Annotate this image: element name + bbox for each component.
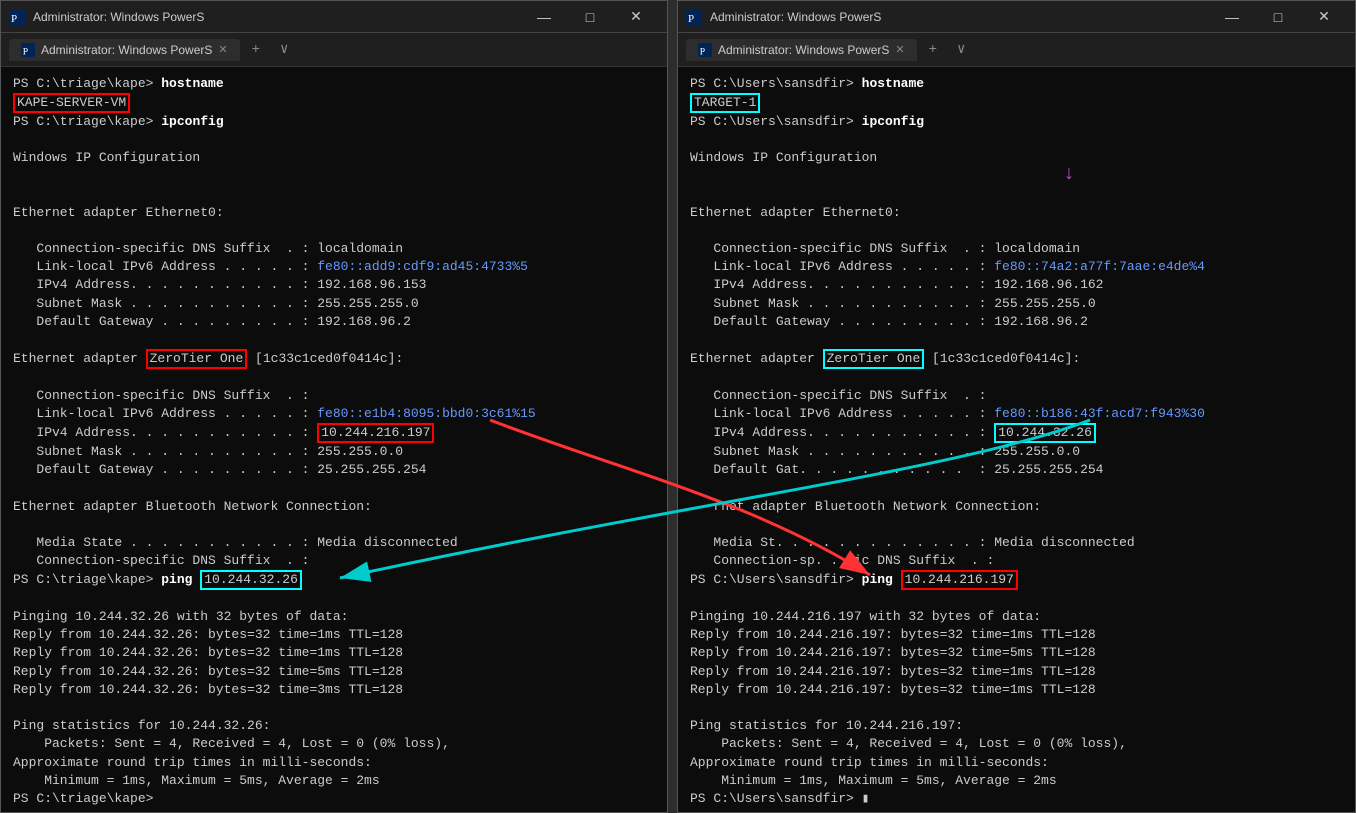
- line-16-right: Ethernet adapter ZeroTier One [1c33c1ced…: [690, 351, 1080, 366]
- line-26-right: Media St. . . . . . . . . . . . . : Medi…: [690, 535, 1135, 550]
- line-36-right: Ping statistics for 10.244.216.197:: [690, 718, 963, 733]
- line-11-right: Link-local IPv6 Address . . . . . : fe80…: [690, 259, 1205, 274]
- line-24-right: rnet adapter Bluetooth Network Connectio…: [690, 499, 1041, 514]
- line-3-right: PS C:\Users\sansdfir> ipconfig: [690, 114, 924, 129]
- tab-label-right: Administrator: Windows PowerS: [718, 43, 889, 57]
- line-40-left: PS C:\triage\kape>: [13, 791, 161, 806]
- close-button-left[interactable]: ✕: [613, 1, 659, 33]
- powershell-icon-right: P: [686, 9, 702, 25]
- line-3-left: PS C:\triage\kape> ipconfig: [13, 114, 224, 129]
- line-37-right: Packets: Sent = 4, Received = 4, Lost = …: [690, 736, 1127, 751]
- line-12-right: IPv4 Address. . . . . . . . . . . : 192.…: [690, 277, 1103, 292]
- line-18-right: Connection-specific DNS Suffix . :: [690, 388, 986, 403]
- line-11-left: Link-local IPv6 Address . . . . . : fe80…: [13, 259, 528, 274]
- minimize-button-left[interactable]: —: [521, 1, 567, 33]
- line-30-right: Pinging 10.244.216.197 with 32 bytes of …: [690, 609, 1041, 624]
- tab-item-left[interactable]: P Administrator: Windows PowerS ✕: [9, 39, 240, 61]
- line-38-right: Approximate round trip times in milli-se…: [690, 755, 1049, 770]
- line-33-left: Reply from 10.244.32.26: bytes=32 time=5…: [13, 664, 403, 679]
- line-8-left: Ethernet adapter Ethernet0:: [13, 205, 224, 220]
- line-19-left: Link-local IPv6 Address . . . . . : fe80…: [13, 406, 536, 421]
- tab-chevron-right[interactable]: ∨: [949, 37, 973, 62]
- line-34-right: Reply from 10.244.216.197: bytes=32 time…: [690, 682, 1096, 697]
- line-21-right: Subnet Mask . . . . . . . . . . . : 255.…: [690, 444, 1080, 459]
- line-31-right: Reply from 10.244.216.197: bytes=32 time…: [690, 627, 1096, 642]
- line-5-left: Windows IP Configuration: [13, 150, 200, 165]
- line-32-left: Reply from 10.244.32.26: bytes=32 time=1…: [13, 645, 403, 660]
- line-27-right: Connection-sp. . fic DNS Suffix . :: [690, 553, 994, 568]
- tab-close-right[interactable]: ✕: [895, 43, 904, 56]
- line-30-left: Pinging 10.244.32.26 with 32 bytes of da…: [13, 609, 348, 624]
- close-button-right[interactable]: ✕: [1301, 1, 1347, 33]
- line-26-left: Media State . . . . . . . . . . . : Medi…: [13, 535, 458, 550]
- title-buttons-left: — □ ✕: [521, 1, 659, 33]
- line-24-left: Ethernet adapter Bluetooth Network Conne…: [13, 499, 372, 514]
- line-1-left: PS C:\triage\kape> hostname: [13, 76, 224, 91]
- line-1-right: PS C:\Users\sansdfir> hostname: [690, 76, 924, 91]
- tab-close-left[interactable]: ✕: [218, 43, 227, 56]
- svg-text:P: P: [700, 46, 705, 57]
- terminal-right: P Administrator: Windows PowerS — □ ✕ P …: [677, 0, 1356, 813]
- terminal-content-right: PS C:\Users\sansdfir> hostname TARGET-1 …: [678, 67, 1355, 812]
- line-2-left: KAPE-SERVER-VM: [13, 95, 130, 110]
- line-22-left: Default Gateway . . . . . . . . . : 25.2…: [13, 462, 426, 477]
- line-34-left: Reply from 10.244.32.26: bytes=32 time=3…: [13, 682, 403, 697]
- terminal-content-left: PS C:\triage\kape> hostname KAPE-SERVER-…: [1, 67, 667, 812]
- line-31-left: Reply from 10.244.32.26: bytes=32 time=1…: [13, 627, 403, 642]
- line-18-left: Connection-specific DNS Suffix . :: [13, 388, 309, 403]
- terminal-left: P Administrator: Windows PowerS — □ ✕ P …: [0, 0, 668, 813]
- tab-bar-left: P Administrator: Windows PowerS ✕ + ∨: [1, 33, 667, 67]
- title-bar-right: P Administrator: Windows PowerS — □ ✕: [678, 1, 1355, 33]
- maximize-button-left[interactable]: □: [567, 1, 613, 33]
- line-27-left: Connection-specific DNS Suffix . :: [13, 553, 309, 568]
- line-20-left: IPv4 Address. . . . . . . . . . . : 10.2…: [13, 425, 434, 440]
- line-37-left: Packets: Sent = 4, Received = 4, Lost = …: [13, 736, 450, 751]
- line-16-left: Ethernet adapter ZeroTier One [1c33c1ced…: [13, 351, 403, 366]
- tab-icon-right: P: [698, 43, 712, 57]
- tab-item-right[interactable]: P Administrator: Windows PowerS ✕: [686, 39, 917, 61]
- line-32-right: Reply from 10.244.216.197: bytes=32 time…: [690, 645, 1096, 660]
- line-20-right: IPv4 Address. . . . . . . . . . . : 10.2…: [690, 425, 1096, 440]
- minimize-button-right[interactable]: —: [1209, 1, 1255, 33]
- title-bar-left: P Administrator: Windows PowerS — □ ✕: [1, 1, 667, 33]
- svg-text:P: P: [11, 13, 17, 25]
- svg-text:P: P: [688, 13, 694, 25]
- title-buttons-right: — □ ✕: [1209, 1, 1347, 33]
- line-38-left: Approximate round trip times in milli-se…: [13, 755, 372, 770]
- line-10-right: Connection-specific DNS Suffix . : local…: [690, 241, 1080, 256]
- desktop: P Administrator: Windows PowerS — □ ✕ P …: [0, 0, 1356, 813]
- line-10-left: Connection-specific DNS Suffix . : local…: [13, 241, 403, 256]
- title-text-left: Administrator: Windows PowerS: [33, 10, 513, 24]
- tab-bar-right: P Administrator: Windows PowerS ✕ + ∨: [678, 33, 1355, 67]
- powershell-icon-left: P: [9, 9, 25, 25]
- line-40-right: PS C:\Users\sansdfir> ▮: [690, 791, 869, 806]
- tab-icon-left: P: [21, 43, 35, 57]
- maximize-button-right[interactable]: □: [1255, 1, 1301, 33]
- new-tab-button-right[interactable]: +: [921, 38, 945, 62]
- line-28-left: PS C:\triage\kape> ping 10.244.32.26: [13, 572, 302, 587]
- line-14-left: Default Gateway . . . . . . . . . : 192.…: [13, 314, 411, 329]
- line-19-right: Link-local IPv6 Address . . . . . : fe80…: [690, 406, 1205, 421]
- line-22-right: Default Gat. . . . . . . . . . . : 25.25…: [690, 462, 1103, 477]
- line-5-right: Windows IP Configuration: [690, 150, 877, 165]
- tab-label-left: Administrator: Windows PowerS: [41, 43, 212, 57]
- line-39-left: Minimum = 1ms, Maximum = 5ms, Average = …: [13, 773, 380, 788]
- tab-chevron-left[interactable]: ∨: [272, 37, 296, 62]
- line-28-right: PS C:\Users\sansdfir> ping 10.244.216.19…: [690, 572, 1018, 587]
- title-text-right: Administrator: Windows PowerS: [710, 10, 1201, 24]
- line-2-right: TARGET-1: [690, 95, 760, 110]
- line-13-right: Subnet Mask . . . . . . . . . . . : 255.…: [690, 296, 1096, 311]
- line-13-left: Subnet Mask . . . . . . . . . . . : 255.…: [13, 296, 419, 311]
- line-33-right: Reply from 10.244.216.197: bytes=32 time…: [690, 664, 1096, 679]
- line-14-right: Default Gateway . . . . . . . . . : 192.…: [690, 314, 1088, 329]
- line-39-right: Minimum = 1ms, Maximum = 5ms, Average = …: [690, 773, 1057, 788]
- line-21-left: Subnet Mask . . . . . . . . . . . : 255.…: [13, 444, 403, 459]
- svg-text:P: P: [23, 46, 28, 57]
- new-tab-button-left[interactable]: +: [244, 38, 268, 62]
- line-36-left: Ping statistics for 10.244.32.26:: [13, 718, 270, 733]
- line-12-left: IPv4 Address. . . . . . . . . . . : 192.…: [13, 277, 426, 292]
- line-8-right: Ethernet adapter Ethernet0:: [690, 205, 901, 220]
